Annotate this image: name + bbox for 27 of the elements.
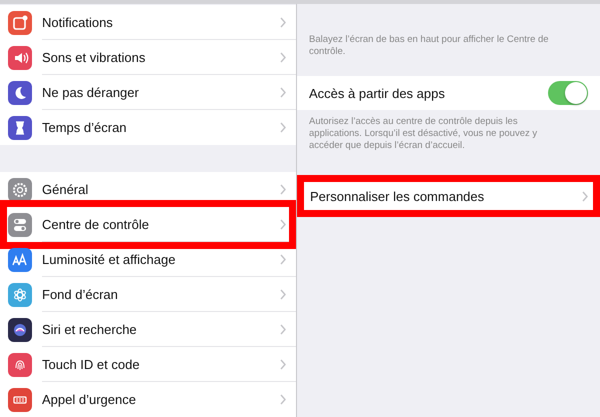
settings-item[interactable]: Notifications — [0, 5, 296, 40]
settings-item[interactable]: Général — [0, 172, 296, 207]
settings-item[interactable]: Temps d’écran — [0, 110, 296, 145]
description-text: Balayez l’écran de bas en haut pour afficher le Centre de contrôle. — [308, 34, 550, 59]
footer-text: Autorisez l’accès au centre de contrôle depuis les applications. Lorsqu’il est désactivé, vous ne pouvez y accéder que depuis l’écran d’accueil. — [308, 115, 538, 152]
chevron-icon — [280, 254, 286, 264]
chevron-icon — [280, 218, 286, 230]
chevron-icon — [280, 16, 286, 28]
settings-item[interactable]: Ne pas déranger — [0, 75, 296, 110]
toggle-switch[interactable] — [548, 81, 588, 105]
chevron-icon — [280, 358, 286, 370]
chevron-icon — [582, 190, 588, 202]
chevron-icon — [280, 184, 286, 194]
chevron-icon — [280, 324, 286, 334]
setting-label: Accès à partir des apps — [309, 86, 446, 100]
chevron-icon — [280, 52, 286, 62]
settings-item[interactable]: Luminosité et affichage — [0, 242, 296, 277]
settings-item[interactable]: Fond d’écran — [0, 277, 296, 312]
chevron-icon — [280, 122, 286, 133]
settings-item[interactable]: Touch ID et code — [0, 347, 296, 382]
settings-item[interactable]: Centre de contrôle — [0, 207, 296, 242]
settings-item[interactable]: Siri et recherche — [0, 312, 296, 347]
chevron-icon — [280, 394, 286, 405]
chevron-icon — [280, 86, 286, 98]
settings-item[interactable]: Appel d’urgence — [0, 382, 296, 417]
settings-item[interactable]: Sons et vibrations — [0, 40, 296, 75]
chevron-icon — [280, 288, 286, 300]
